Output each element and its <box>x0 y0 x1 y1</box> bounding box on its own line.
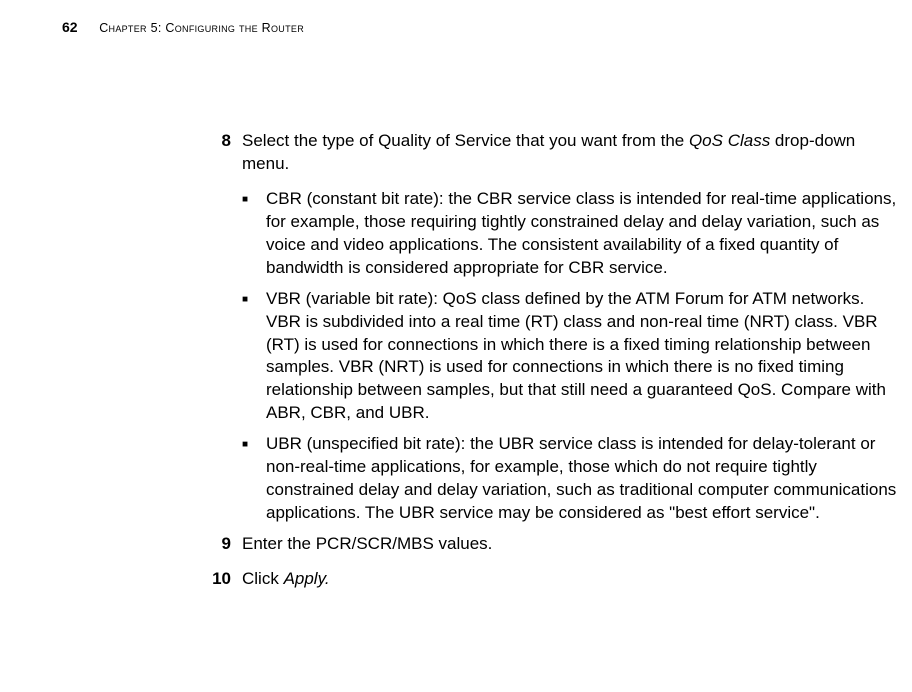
page-header: 62 Chapter 5: Configuring the Router <box>62 18 304 37</box>
step-text: Click Apply. <box>242 568 903 591</box>
bullet-marker-icon: ■ <box>242 188 266 280</box>
step-text: Enter the PCR/SCR/MBS values. <box>242 533 903 556</box>
chapter-label: Chapter 5: Configuring the Router <box>99 21 304 35</box>
bullet-text: CBR (constant bit rate): the CBR service… <box>266 188 903 280</box>
step-text: Select the type of Quality of Service th… <box>242 130 903 176</box>
step-text-pre: Select the type of Quality of Service th… <box>242 131 689 150</box>
step-text-italic: Apply. <box>284 569 330 588</box>
step-10: 10 Click Apply. <box>203 568 903 591</box>
step-number: 8 <box>203 130 231 176</box>
bullet-marker-icon: ■ <box>242 433 266 525</box>
bullet-item: ■ VBR (variable bit rate): QoS class def… <box>242 288 903 426</box>
step-number: 9 <box>203 533 231 556</box>
step-8: 8 Select the type of Quality of Service … <box>203 130 903 176</box>
bullet-marker-icon: ■ <box>242 288 266 426</box>
step-text-italic: QoS Class <box>689 131 770 150</box>
page-number: 62 <box>62 19 78 35</box>
bullet-item: ■ CBR (constant bit rate): the CBR servi… <box>242 188 903 280</box>
step-9: 9 Enter the PCR/SCR/MBS values. <box>203 533 903 556</box>
main-content: 8 Select the type of Quality of Service … <box>203 130 903 603</box>
bullet-text: UBR (unspecified bit rate): the UBR serv… <box>266 433 903 525</box>
bullet-item: ■ UBR (unspecified bit rate): the UBR se… <box>242 433 903 525</box>
step-text-pre: Click <box>242 569 284 588</box>
bullet-list: ■ CBR (constant bit rate): the CBR servi… <box>242 188 903 525</box>
bullet-text: VBR (variable bit rate): QoS class defin… <box>266 288 903 426</box>
step-number: 10 <box>203 568 231 591</box>
